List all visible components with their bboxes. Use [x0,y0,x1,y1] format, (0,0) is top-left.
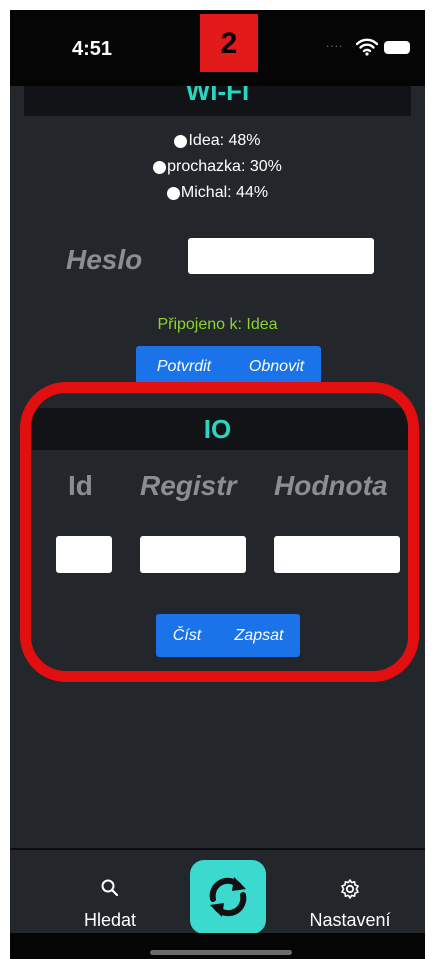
radio-button-icon[interactable] [174,134,188,148]
gear-icon [341,879,359,899]
password-label: Heslo [66,244,143,275]
step-badge: 2 [200,14,258,72]
network-label: Idea: 48% [188,132,261,149]
status-time: 4:51 [72,38,113,60]
home-indicator-area [10,933,425,959]
tab-settings[interactable]: Nastavení [290,850,410,935]
phone-screen: 4:51 2 .... WI-FI Idea: 48% prochazka: 3… [10,10,425,959]
wifi-network-list: Idea: 48% prochazka: 30% Michal: 44% [10,128,425,206]
home-indicator[interactable] [150,950,292,955]
network-label: prochazka: 30% [167,158,282,175]
network-item-idea[interactable]: Idea: 48% [10,128,425,154]
cellular-signal-icon: .... [326,36,344,50]
io-button-group: Číst Zapsat [156,614,300,657]
radio-button-icon[interactable] [166,186,180,200]
network-item-prochazka[interactable]: prochazka: 30% [10,154,425,180]
tab-search-label: Hledat [83,910,137,930]
wifi-section-header: WI-FI [24,86,411,116]
tab-search[interactable]: Hledat [60,850,160,935]
status-bar: 4:51 2 .... [10,10,425,86]
io-value-input[interactable] [274,536,400,573]
io-id-input[interactable] [56,536,112,573]
tab-settings-label: Nastavení [309,910,391,930]
wifi-button-group: Potvrdit Obnovit [136,346,321,388]
confirm-button[interactable]: Potvrdit [136,346,232,388]
password-input[interactable] [188,238,374,274]
wifi-section-title: WI-FI [185,86,250,106]
write-button[interactable]: Zapsat [218,614,300,657]
read-button[interactable]: Číst [156,614,218,657]
network-label: Michal: 44% [180,184,269,201]
io-id-label: Id [68,470,93,501]
network-item-michal[interactable]: Michal: 44% [10,180,425,206]
sync-icon [209,877,247,917]
battery-icon [384,41,410,54]
io-section-header: IO [24,408,411,450]
wifi-icon [356,38,378,56]
radio-button-icon[interactable] [153,160,167,174]
sync-button[interactable] [190,860,266,934]
io-register-label: Registr [140,470,237,501]
connection-status: Připojeno k: Idea [157,316,278,333]
refresh-networks-button[interactable]: Obnovit [232,346,321,388]
io-register-input[interactable] [140,536,246,573]
io-value-label: Hodnota [274,470,388,501]
io-section-title: IO [203,414,232,444]
search-icon [101,879,119,897]
